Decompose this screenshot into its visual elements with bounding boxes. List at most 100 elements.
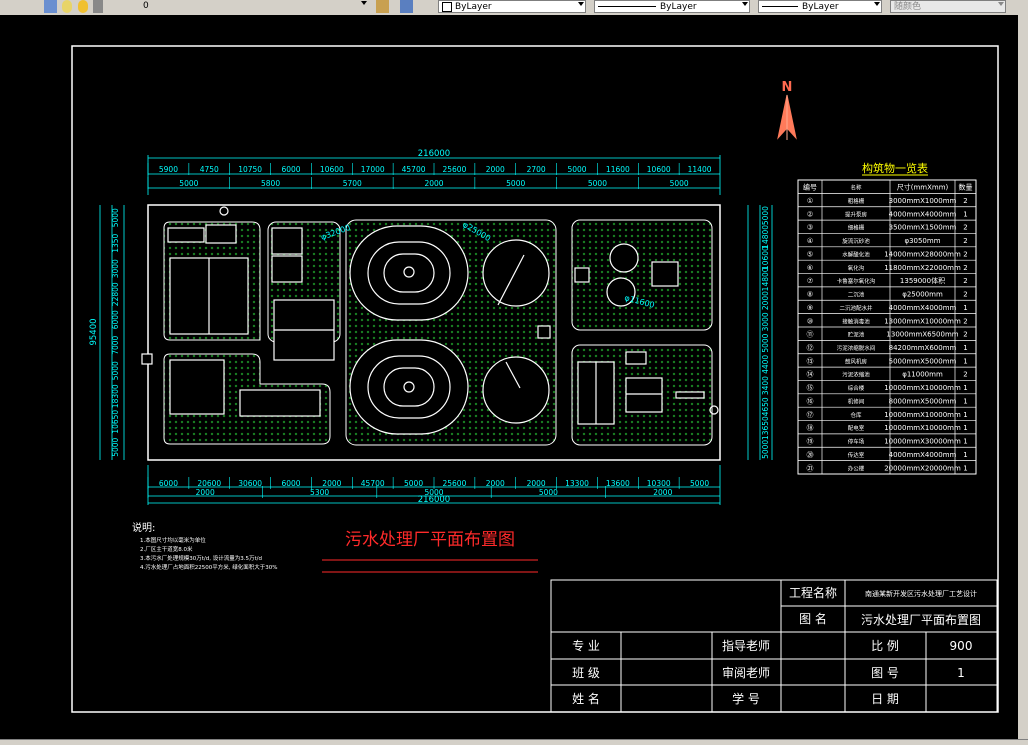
table-cell: 鼓风机房 [845,357,868,365]
dim-label: 2000 [653,488,672,497]
dim-label: 5000 [761,333,770,352]
bottom-total-dim: 216000 [418,495,450,505]
dim-label: 2000 [424,179,443,188]
table-cell: 细格栅 [848,224,865,232]
table-cell: 2 [963,317,967,325]
dim-label: 5000 [404,479,423,488]
table-cell: 1359000体积 [900,276,945,285]
lineweight-dropdown[interactable]: ByLayer [758,0,882,13]
table-cell: 提升泵房 [845,210,868,218]
table-cell: ⑯ [807,397,814,405]
lineweight-line [762,6,798,7]
table-cell: 10000mmX10000mm [884,384,961,392]
table-cell: 3500mmX1500mm [889,224,957,232]
drawing-canvas[interactable]: N 216000 5900 4750 10750 6000 10600 17000 4570… [0,15,1018,739]
table-cell: 1 [963,464,967,472]
table-cell: 1 [963,411,967,419]
color-dropdown[interactable]: ByLayer [438,0,586,13]
vertical-scrollbar[interactable] [1018,15,1028,739]
table-cell: 4000mmX4000mm [889,451,957,459]
layer-sun-icon[interactable] [78,0,88,13]
table-cell: 2 [963,264,967,272]
table-cell: 2 [963,331,967,339]
substation [625,351,647,365]
table-cell: 20000mmX20000mm [884,464,961,472]
dim-label: 25600 [442,479,466,488]
name-label: 姓 名 [572,691,600,706]
dim-label: 5300 [310,488,329,497]
table-cell: ⑳ [807,451,814,459]
note-4: 4.污水处理厂占地面积22500平方米, 绿化面积大于30% [140,563,277,571]
table-cell: ③ [807,224,813,232]
dim-label: 25600 [442,165,466,174]
layer-state-icon[interactable] [62,0,72,13]
table-header-cell: 名称 [850,184,862,192]
dim-label: 5000 [761,206,770,225]
linetype-label: ByLayer [660,2,697,12]
table-cell: 4000mmX4000mm [889,210,957,218]
notes-title: 说明: [132,521,155,534]
properties-toolbar: 0 ByLayer ByLayer ByLayer 随颜色 [0,0,1028,16]
structure-small-1 [271,227,303,255]
dim-label: 10650 [111,410,120,434]
command-line[interactable] [0,739,1028,745]
dim-label: 22800 [111,282,120,306]
dim-label: 5000 [690,479,709,488]
clarifier-2 [482,356,550,424]
dim-label: 6000 [281,165,300,174]
dim-label: 2700 [527,165,546,174]
table-cell: 2 [963,197,967,205]
table-cell: ⑲ [807,438,814,446]
table-cell: 1 [963,438,967,446]
table-cell: 2 [963,250,967,258]
dim-label: 1350 [111,233,120,252]
note-2: 2.厂区主干道宽8.0米 [140,545,193,553]
dim-label: 4750 [200,165,219,174]
table-cell: ④ [807,237,813,245]
linetype-dropdown[interactable]: ByLayer [594,0,750,13]
table-cell: 1 [963,304,967,312]
dim-label: 10300 [647,479,671,488]
drawno-value: 1 [957,666,965,680]
table-title: 构筑物一览表 [862,161,928,175]
plotstyle-dropdown[interactable]: 随颜色 [890,0,1006,13]
dim-label: 5000 [761,440,770,459]
table-cell: 接触消毒池 [842,317,870,325]
table-cell: ⑪ [807,331,814,339]
dim-label: 13650 [761,416,770,440]
pump-house [205,224,237,244]
dim-label: 5000 [567,165,586,174]
lineweight-label: ByLayer [802,2,839,12]
table-cell: 水解酸化池 [842,250,870,258]
table-cell: 1 [963,384,967,392]
table-cell: 旋流沉砂池 [842,237,870,245]
table-cell: φ25000mm [902,291,943,299]
dim-label: 10600 [320,165,344,174]
table-cell: 1 [963,344,967,352]
dim-label: 5000 [539,488,558,497]
dim-label: 5000 [670,179,689,188]
dim-label: 3000 [111,259,120,278]
layer-lock-icon[interactable] [93,0,103,13]
table-cell: ⑬ [807,357,814,365]
layer-previous-icon[interactable] [400,0,413,13]
dim-label: 7000 [111,335,120,354]
table-cell: ⑧ [807,291,813,299]
warehouse [625,377,663,413]
table-cell: 4000mmX4000mm [889,304,957,312]
table-cell: 84200mmX600mm [889,344,957,352]
layer-dropdown[interactable]: 0 [140,0,368,13]
table-cell: ⑫ [807,344,814,352]
dim-label: 2000 [322,479,341,488]
table-header-cell: 尺寸(mmXmm) [897,183,949,192]
office-building [169,359,225,415]
table-cell: φ11000mm [902,371,943,379]
layer-manager-icon[interactable] [44,0,57,13]
table-cell: 贮泥池 [848,331,865,339]
table-cell: 污泥浓缩脱水间 [837,344,876,352]
dim-label: 5800 [261,179,280,188]
advisor-label: 指导老师 [722,638,770,653]
table-cell: ⑨ [807,304,813,312]
table-cell: 2 [963,291,967,299]
make-current-icon[interactable] [376,0,389,13]
